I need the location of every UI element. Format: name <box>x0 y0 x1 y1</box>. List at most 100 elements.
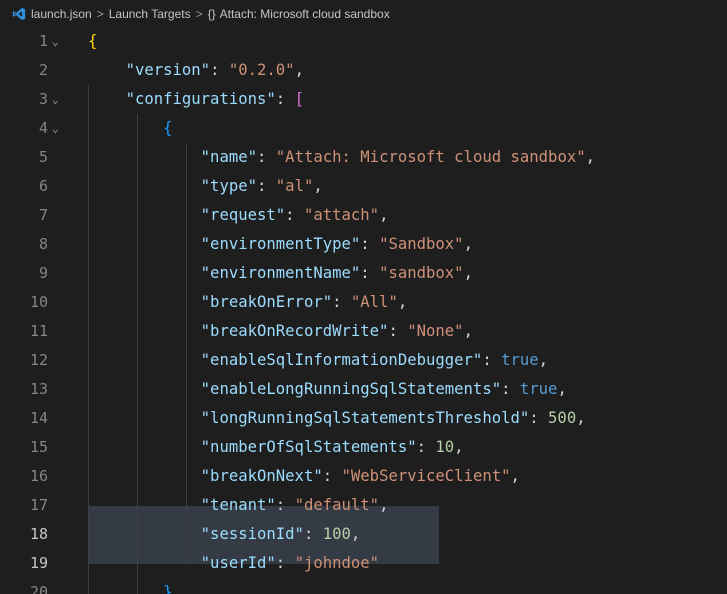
code-line[interactable]: 1 ⌄ { <box>0 27 727 56</box>
line-gutter: 1 ⌄ <box>0 27 68 56</box>
code-token: 500 <box>548 409 577 427</box>
code-line[interactable]: 8 "environmentType": "Sandbox", <box>0 230 727 259</box>
breadcrumb-file[interactable]: launch.json <box>31 7 92 21</box>
code-line[interactable]: 18 "sessionId": 100, <box>0 520 727 549</box>
line-number: 20 <box>29 583 48 594</box>
line-gutter: 10 <box>0 288 68 317</box>
code-line[interactable]: 13 "enableLongRunningSqlStatements": tru… <box>0 375 727 404</box>
line-number: 13 <box>29 380 48 398</box>
code-line[interactable]: 4 ⌄ { <box>0 114 727 143</box>
code-line[interactable]: 9 "environmentName": "sandbox", <box>0 259 727 288</box>
code-token: "numberOfSqlStatements" <box>200 438 417 456</box>
code-token: { <box>88 32 98 50</box>
code-token: "request" <box>200 206 286 224</box>
line-gutter: 4 ⌄ <box>0 114 68 143</box>
breadcrumb-section[interactable]: Launch Targets <box>109 7 191 21</box>
line-gutter: 7 <box>0 201 68 230</box>
line-gutter: 2 <box>0 56 68 85</box>
code-line[interactable]: 3 ⌄ "configurations": [ <box>0 85 727 114</box>
code-token: , <box>538 351 549 369</box>
code-token: : <box>275 496 295 514</box>
code-token: : <box>275 90 295 108</box>
code-token: : <box>501 380 520 398</box>
code-text: "configurations": [ <box>68 85 304 114</box>
code-line[interactable]: 10 "breakOnError": "All", <box>0 288 727 317</box>
line-gutter: 16 <box>0 462 68 491</box>
code-token: "configurations" <box>125 90 276 108</box>
line-gutter: 12 <box>0 346 68 375</box>
code-line[interactable]: 14 "longRunningSqlStatementsThreshold": … <box>0 404 727 433</box>
code-line[interactable]: 15 "numberOfSqlStatements": 10, <box>0 433 727 462</box>
code-token: : <box>285 206 304 224</box>
code-line[interactable]: 7 "request": "attach", <box>0 201 727 230</box>
code-token: "longRunningSqlStatementsThreshold" <box>200 409 530 427</box>
code-token: : <box>257 148 276 166</box>
code-line[interactable]: 17 "tenant": "default", <box>0 491 727 520</box>
line-number: 1 <box>38 32 48 50</box>
line-number: 17 <box>29 496 48 514</box>
code-token: : <box>332 293 351 311</box>
code-token: 10 <box>435 438 455 456</box>
code-line[interactable]: 2 "version": "0.2.0", <box>0 56 727 85</box>
vscode-file-icon <box>12 7 26 20</box>
code-token: "type" <box>200 177 258 195</box>
code-token: , <box>463 235 473 253</box>
code-text: "tenant": "default", <box>68 491 389 520</box>
line-number: 18 <box>29 525 48 543</box>
code-line[interactable]: 12 "enableSqlInformationDebugger": true, <box>0 346 727 375</box>
code-line[interactable]: 20 }, <box>0 578 727 594</box>
line-gutter: 20 <box>0 578 68 594</box>
code-text: "breakOnRecordWrite": "None", <box>68 317 473 346</box>
code-editor[interactable]: 1 ⌄{2 "version": "0.2.0", 3 ⌄ "configuratio… <box>0 27 727 594</box>
line-gutter: 19 <box>0 549 68 578</box>
code-token: : <box>416 438 436 456</box>
fold-chevron-icon[interactable]: ⌄ <box>52 85 59 114</box>
code-token: 100 <box>322 525 351 543</box>
code-token: "tenant" <box>200 496 276 514</box>
code-text: "type": "al", <box>68 172 323 201</box>
code-token: : <box>210 61 229 79</box>
code-token: "All" <box>350 293 398 311</box>
code-token: "name" <box>200 148 258 166</box>
fold-chevron-icon[interactable]: ⌄ <box>52 27 59 56</box>
code-token: , <box>576 409 586 427</box>
code-token: { <box>163 119 173 137</box>
line-number: 8 <box>38 235 48 253</box>
line-gutter: 18 <box>0 520 68 549</box>
code-token: : <box>529 409 549 427</box>
code-line[interactable]: 19 "userId": "johndoe" <box>0 549 727 578</box>
code-text: "numberOfSqlStatements": 10, <box>68 433 464 462</box>
code-token: "default" <box>294 496 380 514</box>
code-token: , <box>557 380 567 398</box>
code-token: "breakOnRecordWrite" <box>200 322 389 340</box>
line-number: 12 <box>29 351 48 369</box>
code-token: "version" <box>125 61 211 79</box>
code-token: "sessionId" <box>200 525 304 543</box>
fold-chevron-icon[interactable]: ⌄ <box>52 114 59 143</box>
vscode-editor-window: launch.json > Launch Targets > {} Attach… <box>0 0 727 594</box>
code-token: "Sandbox" <box>379 235 464 253</box>
code-token: , <box>350 525 361 543</box>
breadcrumb: launch.json > Launch Targets > {} Attach… <box>0 0 727 27</box>
line-number: 15 <box>29 438 48 456</box>
line-gutter: 17 <box>0 491 68 520</box>
line-number: 4 <box>38 119 48 137</box>
line-number: 2 <box>38 61 48 79</box>
breadcrumb-item[interactable]: Attach: Microsoft cloud sandbox <box>220 7 390 21</box>
code-token: "sandbox" <box>379 264 464 282</box>
line-gutter: 8 <box>0 230 68 259</box>
code-token: : <box>360 264 380 282</box>
code-token: , <box>294 61 304 79</box>
line-gutter: 3 ⌄ <box>0 85 68 114</box>
line-number: 10 <box>29 293 48 311</box>
code-line[interactable]: 16 "breakOnNext": "WebServiceClient", <box>0 462 727 491</box>
line-number: 7 <box>38 206 48 224</box>
code-line[interactable]: 11 "breakOnRecordWrite": "None", <box>0 317 727 346</box>
code-token: "enableLongRunningSqlStatements" <box>200 380 502 398</box>
code-token: "enableSqlInformationDebugger" <box>200 351 483 369</box>
code-token: , <box>397 293 408 311</box>
code-line[interactable]: 6 "type": "al", <box>0 172 727 201</box>
code-text: "sessionId": 100, <box>68 520 361 549</box>
code-line[interactable]: 5 "name": "Attach: Microsoft cloud sandb… <box>0 143 727 172</box>
code-token: "breakOnError" <box>200 293 333 311</box>
